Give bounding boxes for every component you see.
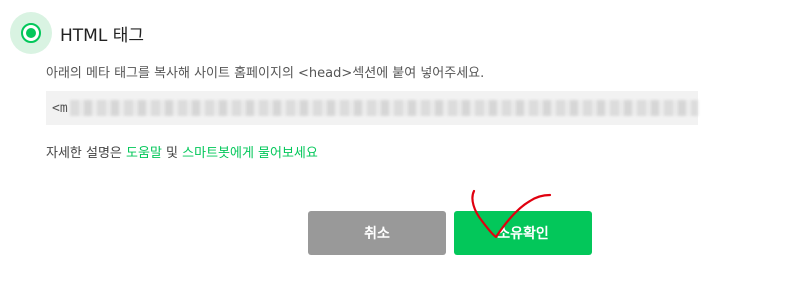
meta-tag-code-box[interactable]: <m	[46, 91, 698, 125]
html-tag-option[interactable]: HTML 태그	[10, 12, 144, 54]
help-prefix: 자세한 설명은	[46, 146, 127, 161]
verify-ownership-button[interactable]: 소유확인	[454, 211, 592, 255]
cancel-button[interactable]: 취소	[308, 211, 446, 255]
html-tag-option-label: HTML 태그	[60, 25, 144, 46]
meta-tag-instruction: 아래의 메타 태그를 복사해 사이트 홈페이지의 <head>섹션에 붙여 넣어…	[46, 66, 485, 81]
radio-selected-dot	[26, 28, 36, 38]
meta-tag-code-prefix: <m	[52, 100, 68, 116]
help-middle: 및	[161, 146, 183, 161]
smartbot-link[interactable]: 스마트봇에게 물어보세요	[182, 146, 318, 161]
help-line: 자세한 설명은 도움말 및 스마트봇에게 물어보세요	[46, 142, 318, 161]
radio-button[interactable]	[21, 23, 41, 43]
ownership-verification-panel: HTML 태그 아래의 메타 태그를 복사해 사이트 홈페이지의 <head>섹…	[0, 0, 789, 291]
meta-tag-code-redacted	[69, 100, 698, 116]
radio-focus-halo	[10, 12, 52, 54]
help-link[interactable]: 도움말	[126, 146, 162, 161]
